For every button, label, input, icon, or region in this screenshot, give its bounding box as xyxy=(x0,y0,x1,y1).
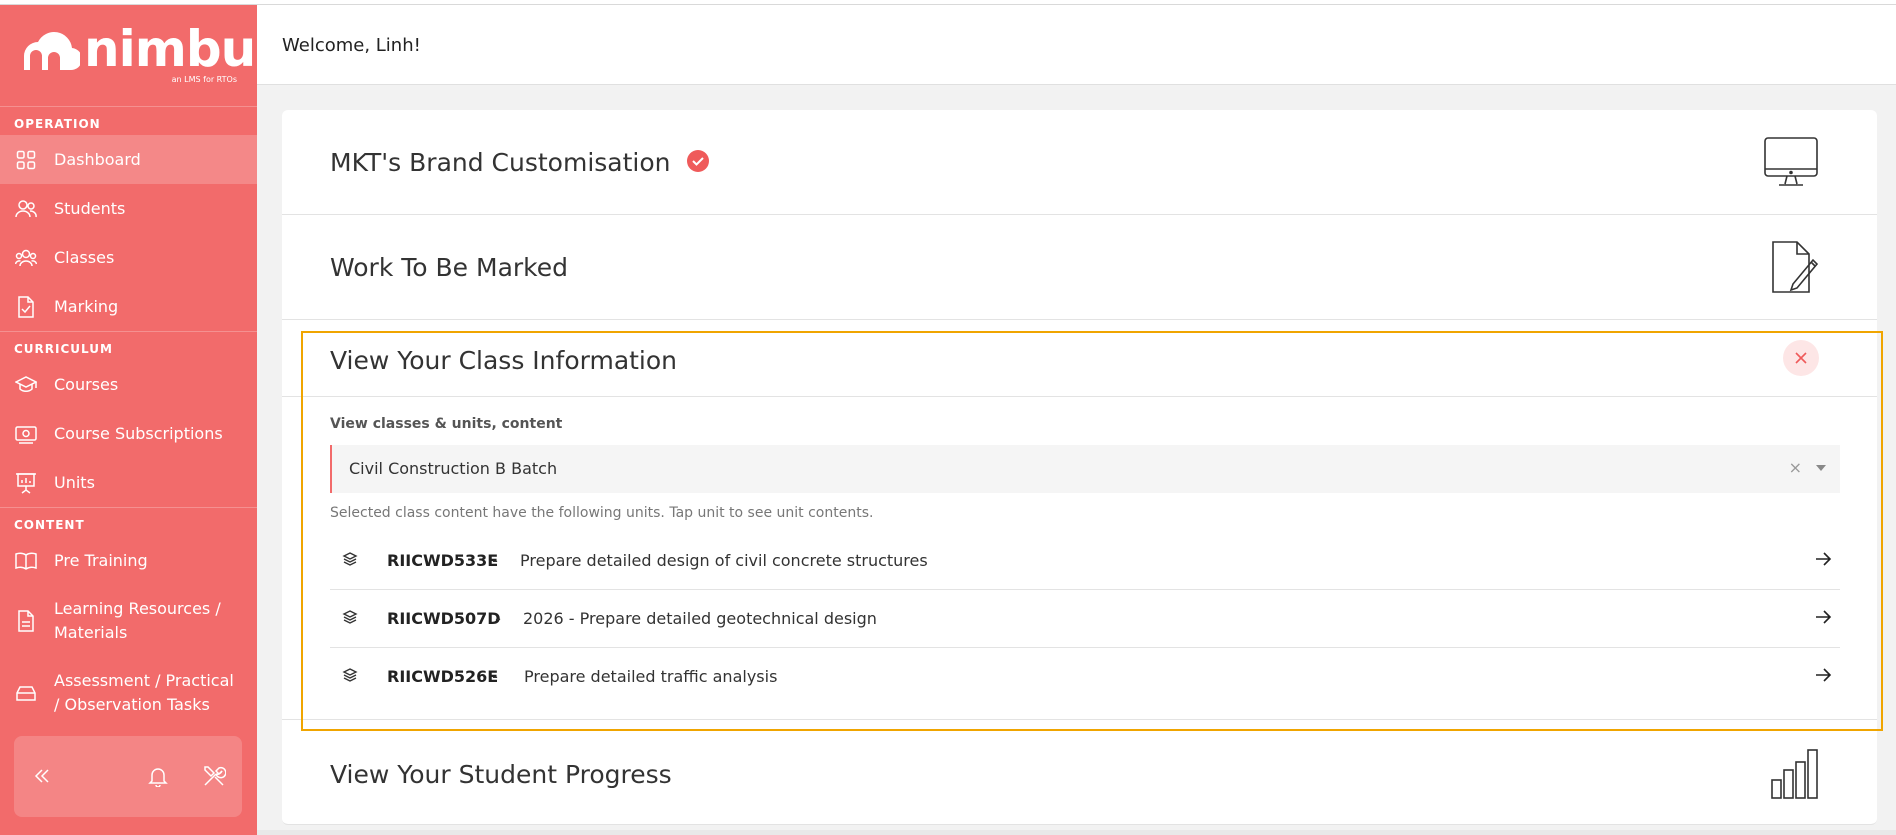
monitor-icon xyxy=(1764,137,1818,186)
unit-name: Prepare detailed design of civil concret… xyxy=(520,551,928,570)
top-border xyxy=(0,0,1896,5)
class-select-label: View classes & units, content xyxy=(330,416,563,432)
clear-selection-button[interactable]: × xyxy=(1789,458,1802,477)
sidebar-item-students[interactable]: Students xyxy=(0,184,257,233)
bar-chart-icon xyxy=(1771,749,1818,799)
group-icon xyxy=(14,246,38,270)
arrow-right-icon xyxy=(1816,668,1832,682)
document-edit-icon xyxy=(1772,241,1819,293)
sidebar-item-label: Classes xyxy=(54,248,115,267)
sidebar-item-label: Students xyxy=(54,199,126,218)
sidebar-item-marking[interactable]: Marking xyxy=(0,282,257,331)
subscription-icon xyxy=(14,422,38,446)
bottom-strip xyxy=(257,830,1896,835)
sidebar-item-units[interactable]: Units xyxy=(0,458,257,507)
layers-icon xyxy=(342,610,358,624)
welcome-message: Welcome, Linh! xyxy=(282,35,421,56)
unit-code: RIICWD526E xyxy=(387,667,499,686)
tools-button[interactable] xyxy=(200,762,228,790)
sidebar-item-label: Units xyxy=(54,473,95,492)
logo-area: nimbu an LMS for RTOs xyxy=(0,0,257,107)
presentation-icon xyxy=(14,471,38,495)
section-curriculum: CURRICULUM xyxy=(14,342,113,356)
logo[interactable]: nimbu xyxy=(14,20,256,78)
notifications-button[interactable] xyxy=(144,762,172,790)
sidebar-item-courses[interactable]: Courses xyxy=(0,360,257,409)
sidebar-item-assessment[interactable]: Assessment / Practical / Observation Tas… xyxy=(0,657,257,729)
bell-icon xyxy=(148,768,168,787)
sidebar-item-pre-training[interactable]: Pre Training xyxy=(0,536,257,585)
unit-row[interactable]: RIICWD526E - Prepare detailed traffic an… xyxy=(330,648,1840,705)
unit-row[interactable]: RIICWD507D - 2026 - Prepare detailed geo… xyxy=(330,590,1840,648)
unit-name: Prepare detailed traffic analysis xyxy=(524,667,778,686)
sidebar: nimbu an LMS for RTOs OPERATION Dashboar… xyxy=(0,0,257,835)
section-operation: OPERATION xyxy=(14,117,101,131)
card-title: View Your Student Progress xyxy=(330,760,672,789)
sidebar-bottom-bar xyxy=(14,736,242,817)
card-title: MKT's Brand Customisation xyxy=(330,148,710,177)
sidebar-item-label: Dashboard xyxy=(54,150,141,169)
unit-code: RIICWD533E xyxy=(387,551,499,570)
sidebar-item-label: Marking xyxy=(54,297,119,316)
sidebar-item-classes[interactable]: Classes xyxy=(0,233,257,282)
layers-icon xyxy=(342,552,358,566)
sidebar-item-label: Pre Training xyxy=(54,551,148,570)
class-information-card: View Your Class Information View classes… xyxy=(282,320,1877,720)
arrow-right-icon xyxy=(1816,610,1832,624)
unit-code: RIICWD507D xyxy=(387,609,501,628)
graduation-cap-icon xyxy=(14,373,38,397)
marking-doc-icon xyxy=(14,295,38,319)
section-content: CONTENT xyxy=(14,518,85,532)
layers-icon xyxy=(342,668,358,682)
verified-check-icon xyxy=(687,150,710,172)
dashboard-icon xyxy=(14,148,38,172)
sidebar-item-dashboard[interactable]: Dashboard xyxy=(0,135,257,184)
sidebar-item-course-subscriptions[interactable]: Course Subscriptions xyxy=(0,409,257,458)
double-chevron-left-icon xyxy=(34,769,49,783)
card-header[interactable]: View Your Class Information xyxy=(282,320,1877,397)
sidebar-item-label: Course Subscriptions xyxy=(54,424,223,443)
dropdown-caret-icon[interactable] xyxy=(1816,465,1826,471)
unit-separator: - xyxy=(490,609,512,628)
card-title: View Your Class Information xyxy=(330,346,678,375)
brand-customisation-card[interactable]: MKT's Brand Customisation xyxy=(282,110,1877,215)
sidebar-item-label: Courses xyxy=(54,375,119,394)
unit-name: 2026 - Prepare detailed geotechnical des… xyxy=(523,609,877,628)
close-button[interactable] xyxy=(1783,340,1819,376)
class-select[interactable]: Civil Construction B Batch × xyxy=(330,445,1840,493)
document-icon xyxy=(14,609,38,633)
unit-list: RIICWD533E - Prepare detailed design of … xyxy=(330,532,1840,705)
student-progress-card[interactable]: View Your Student Progress xyxy=(282,720,1877,825)
card-title: Work To Be Marked xyxy=(330,253,569,282)
units-hint: Selected class content have the followin… xyxy=(330,505,874,521)
close-icon xyxy=(1795,352,1807,364)
unit-row[interactable]: RIICWD533E - Prepare detailed design of … xyxy=(330,532,1840,590)
unit-separator: - xyxy=(487,667,514,686)
logo-tagline: an LMS for RTOs xyxy=(171,75,237,84)
cloud-logo-icon xyxy=(24,32,80,71)
card-title-text: MKT's Brand Customisation xyxy=(330,148,671,177)
work-to-be-marked-card[interactable]: Work To Be Marked xyxy=(282,215,1877,320)
class-select-value: Civil Construction B Batch xyxy=(349,459,558,478)
tools-icon xyxy=(204,766,226,786)
unit-separator: - xyxy=(487,551,509,570)
arrow-right-icon xyxy=(1816,552,1832,566)
users-icon xyxy=(14,197,38,221)
collapse-sidebar-button[interactable] xyxy=(28,762,56,790)
header: Welcome, Linh! xyxy=(257,5,1896,85)
sidebar-item-label: Assessment / Practical / Observation Tas… xyxy=(54,671,234,714)
sidebar-item-learning-resources[interactable]: Learning Resources / Materials xyxy=(0,585,257,657)
book-open-icon xyxy=(14,549,38,573)
sidebar-item-label: Learning Resources / Materials xyxy=(54,599,221,642)
tray-icon xyxy=(14,681,38,705)
logo-text: nimbu xyxy=(84,20,256,78)
